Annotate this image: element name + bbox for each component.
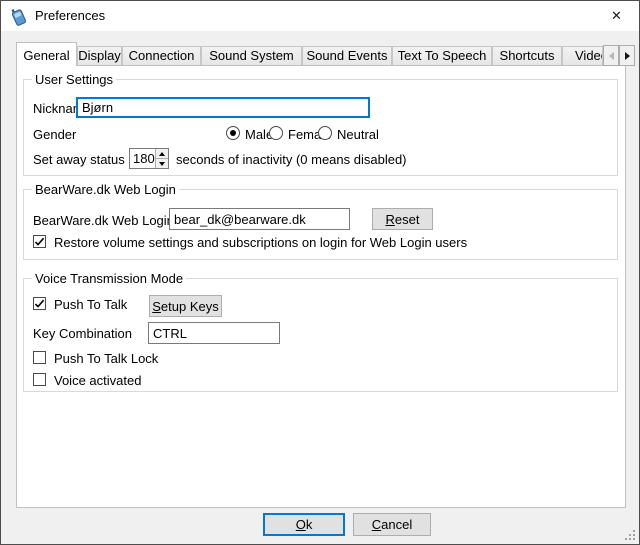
gender-female-radio[interactable] (269, 126, 283, 140)
window-title: Preferences (35, 1, 105, 31)
away-seconds-value: 180 (130, 149, 155, 168)
group-user-settings-title: User Settings (32, 72, 116, 87)
away-seconds-spinner[interactable]: 180 (129, 148, 169, 169)
tab-scroll-right-button[interactable] (619, 45, 635, 66)
restore-volume-label: Restore volume settings and subscription… (54, 235, 467, 250)
tab-video[interactable]: Video (562, 46, 603, 65)
nickname-input[interactable] (76, 97, 370, 118)
web-login-id-label: BearWare.dk Web Login ID (33, 213, 191, 228)
group-voice-transmission-title: Voice Transmission Mode (32, 271, 186, 286)
reset-button[interactable]: Reset (372, 208, 433, 230)
tab-scroll-left-button[interactable] (603, 45, 619, 66)
chevron-left-icon (609, 52, 614, 60)
preferences-dialog: Preferences ✕ General Display Connection… (0, 0, 640, 545)
tab-display[interactable]: Display (77, 46, 122, 65)
resize-grip[interactable] (624, 529, 636, 541)
key-combination-input[interactable] (148, 322, 280, 344)
gender-male-radio[interactable] (226, 126, 240, 140)
voice-activated-checkbox[interactable] (33, 373, 46, 386)
key-combination-label: Key Combination (33, 326, 132, 341)
tab-sound-system[interactable]: Sound System (201, 46, 302, 65)
tab-connection[interactable]: Connection (122, 46, 201, 65)
web-login-id-input[interactable] (169, 208, 350, 230)
tab-general[interactable]: General (16, 42, 77, 66)
push-to-talk-checkbox[interactable] (33, 297, 46, 310)
restore-volume-checkbox[interactable] (33, 235, 46, 248)
push-to-talk-lock-label: Push To Talk Lock (54, 351, 158, 366)
push-to-talk-label: Push To Talk (54, 297, 127, 312)
gender-neutral-radio[interactable] (318, 126, 332, 140)
checkmark-icon (33, 297, 46, 310)
chevron-right-icon (625, 52, 630, 60)
group-web-login-title: BearWare.dk Web Login (32, 182, 179, 197)
close-button[interactable]: ✕ (594, 1, 639, 31)
close-icon: ✕ (611, 8, 622, 24)
arrow-up-icon (159, 152, 165, 156)
tab-text-to-speech[interactable]: Text To Speech (392, 46, 492, 65)
ok-button[interactable]: Ok (263, 513, 345, 536)
cancel-button[interactable]: Cancel (353, 513, 431, 536)
spinner-buttons (155, 149, 168, 168)
voice-activated-label: Voice activated (54, 373, 141, 388)
setup-keys-button[interactable]: Setup Keys (149, 295, 222, 317)
gender-neutral-label: Neutral (337, 127, 379, 142)
arrow-down-icon (159, 162, 165, 166)
spin-down-button[interactable] (156, 159, 168, 168)
away-status-suffix-label: seconds of inactivity (0 means disabled) (176, 152, 407, 167)
tab-shortcuts[interactable]: Shortcuts (492, 46, 562, 65)
tab-sound-events[interactable]: Sound Events (302, 46, 392, 65)
checkmark-icon (33, 235, 46, 248)
app-icon (10, 7, 28, 27)
title-bar[interactable]: Preferences ✕ (1, 1, 639, 31)
push-to-talk-lock-checkbox[interactable] (33, 351, 46, 364)
gender-label: Gender (33, 127, 76, 142)
spin-up-button[interactable] (156, 149, 168, 159)
radio-dot-icon (230, 130, 236, 136)
